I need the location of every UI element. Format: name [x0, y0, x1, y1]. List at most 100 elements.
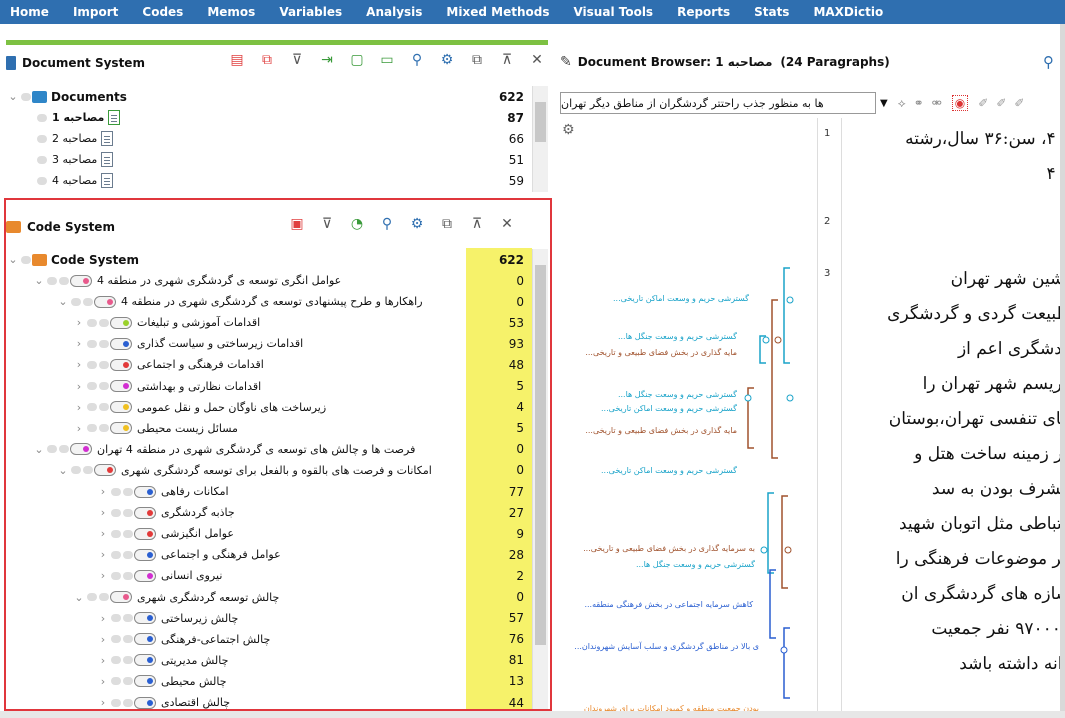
code-row[interactable]: ⌄ عوامل انگری توسعه ی گردشگری شهری در منط…: [32, 270, 532, 291]
menu-stats[interactable]: Stats: [744, 5, 803, 19]
code-row[interactable]: › مسائل زیست محیطی 5: [72, 418, 532, 439]
close-icon[interactable]: ✕: [492, 216, 522, 232]
search-icon[interactable]: ⚲: [372, 216, 402, 232]
code-compare-icon[interactable]: ⚮: [932, 96, 942, 110]
code-row[interactable]: › اقدامات آموزشی و تبلیغات 53: [72, 312, 532, 333]
code-system-root-row[interactable]: ⌄ Code System 622: [6, 249, 532, 270]
menu-home[interactable]: Home: [0, 5, 63, 19]
chevron-right-icon[interactable]: ›: [96, 696, 110, 709]
menu-variables[interactable]: Variables: [269, 5, 356, 19]
collapse-icon[interactable]: ⊼: [492, 52, 522, 68]
document-text[interactable]: ه ۴، سن:۳۶ سال،رشته ه ۴ نشین شهر تهران طبیع…: [846, 118, 1060, 718]
coding-label[interactable]: مایه گذاری در بخش فضای طبیعی و تاریخی...: [585, 348, 737, 357]
activate-codes-icon[interactable]: ▣: [282, 216, 312, 232]
coding-label[interactable]: گسترشی حریم و وسعت جنگل ها...: [636, 560, 755, 569]
code-row[interactable]: › اقدامات فرهنگی و اجتماعی 48: [72, 354, 532, 375]
menu-import[interactable]: Import: [63, 5, 132, 19]
scroll-thumb[interactable]: [535, 102, 546, 142]
code-row[interactable]: ⌄ فرصت ها و چالش های توسعه ی گردشگری شهری…: [32, 439, 532, 460]
documents-root-row[interactable]: ⌄ Documents 622: [6, 86, 546, 107]
chevron-right-icon[interactable]: ›: [72, 401, 86, 414]
new-group-icon[interactable]: ▭: [372, 52, 402, 68]
chevron-right-icon[interactable]: ›: [96, 569, 110, 582]
menu-analysis[interactable]: Analysis: [356, 5, 436, 19]
coding-label[interactable]: گسترشی حریم و وسعت اماکن تاریخی...: [613, 294, 749, 303]
code-row[interactable]: ⌄ امکانات و فرصت های بالقوه و بالفعل برای…: [56, 460, 532, 481]
code-cloud-icon[interactable]: ⚭: [914, 96, 924, 110]
pin-icon[interactable]: ⟡: [898, 96, 906, 111]
code-row[interactable]: › چالش اجتماعی-فرهنگی 76: [96, 629, 532, 650]
menu-maxdictio[interactable]: MAXDictio: [803, 5, 897, 19]
chevron-right-icon[interactable]: ›: [96, 675, 110, 688]
chevron-down-icon[interactable]: ⌄: [32, 443, 46, 456]
chevron-right-icon[interactable]: ›: [96, 612, 110, 625]
chevron-right-icon[interactable]: ›: [72, 422, 86, 435]
chevron-down-icon[interactable]: ⌄: [6, 90, 20, 103]
code-row[interactable]: › عوامل انگیزشی 9: [96, 523, 532, 544]
chevron-down-icon[interactable]: ⌄: [6, 253, 20, 266]
target-icon[interactable]: ◉: [951, 95, 969, 111]
code-row[interactable]: › چالش مدیریتی 81: [96, 650, 532, 671]
coding-label[interactable]: گسترشی حریم و وسعت جنگل ها...: [618, 390, 737, 399]
code-row[interactable]: › اقدامات زیرساختی و سیاست گذاری 93: [72, 333, 532, 354]
code-row[interactable]: › اقدامات نظارتی و بهداشتی 5: [72, 376, 532, 397]
menu-mixed-methods[interactable]: Mixed Methods: [436, 5, 563, 19]
code-row[interactable]: › چالش محیطی 13: [96, 671, 532, 692]
highlighter-icon[interactable]: ✐: [996, 96, 1006, 110]
undock-icon[interactable]: ⧉: [432, 216, 462, 232]
coding-label[interactable]: کاهش سرمایه اجتماعی در بخش فرهنگی منطقه.…: [584, 600, 753, 609]
code-selector-dropdown[interactable]: ها به منظور جذب راحتتر گردشگران از مناطق…: [560, 92, 876, 114]
chevron-right-icon[interactable]: ›: [72, 316, 86, 329]
chevron-down-icon[interactable]: ⌄: [56, 295, 70, 308]
chevron-right-icon[interactable]: ›: [96, 485, 110, 498]
document-row[interactable]: مصاحبه 1 87: [36, 107, 546, 128]
code-row[interactable]: › چالش زیرساختی 57: [96, 608, 532, 629]
code-row[interactable]: › چالش اقتصادی 44: [96, 692, 532, 713]
code-scrollbar[interactable]: [532, 249, 548, 709]
code-row[interactable]: › امکانات رفاهی 77: [96, 481, 532, 502]
menu-reports[interactable]: Reports: [667, 5, 744, 19]
document-row[interactable]: مصاحبه 2 66: [36, 128, 546, 149]
chevron-down-icon[interactable]: ⌄: [56, 464, 70, 477]
coding-label[interactable]: گسترشی حریم و وسعت اماکن تاریخی...: [601, 466, 737, 475]
chevron-right-icon[interactable]: ›: [72, 358, 86, 371]
filter-icon[interactable]: ⊽: [282, 52, 312, 68]
gear-icon[interactable]: ⚙: [402, 216, 432, 232]
scroll-thumb[interactable]: [535, 265, 546, 645]
search-icon[interactable]: ⚲: [1043, 53, 1054, 71]
chevron-right-icon[interactable]: ›: [96, 548, 110, 561]
undock-icon[interactable]: ⧉: [462, 52, 492, 68]
document-scrollbar[interactable]: [532, 86, 548, 192]
import-icon[interactable]: ⇥: [312, 52, 342, 68]
coding-label[interactable]: مایه گذاری در بخش فضای طبیعی و تاریخی...: [585, 426, 737, 435]
chevron-right-icon[interactable]: ›: [72, 380, 86, 393]
chevron-right-icon[interactable]: ›: [96, 654, 110, 667]
activate-docs-icon[interactable]: ▤: [222, 52, 252, 68]
coding-label[interactable]: به سرمایه گذاری در بخش فضای طبیعی و تاری…: [583, 544, 755, 553]
menu-visual-tools[interactable]: Visual Tools: [563, 5, 667, 19]
new-doc-icon[interactable]: ▢: [342, 52, 372, 68]
search-icon[interactable]: ⚲: [402, 52, 432, 68]
gear-icon[interactable]: ⚙: [432, 52, 462, 68]
chevron-right-icon[interactable]: ›: [96, 506, 110, 519]
chevron-right-icon[interactable]: ›: [96, 527, 110, 540]
coding-label[interactable]: ی بالا در مناطق گردشگری و سلب آسایش شهرو…: [574, 642, 759, 651]
collapse-icon[interactable]: ⊼: [462, 216, 492, 232]
highlighter-icon[interactable]: ✐: [1014, 96, 1024, 110]
copy-docs-icon[interactable]: ⧉: [252, 52, 282, 68]
code-row[interactable]: › نیروی انسانی 2: [96, 565, 532, 586]
code-row[interactable]: › جاذبه گردشگری 27: [96, 502, 532, 523]
chevron-down-icon[interactable]: ⌄: [72, 591, 86, 604]
close-icon[interactable]: ✕: [522, 52, 552, 68]
filter-icon[interactable]: ⊽: [312, 216, 342, 232]
code-row[interactable]: › عوامل فرهنگی و اجتماعی 28: [96, 544, 532, 565]
menu-memos[interactable]: Memos: [197, 5, 269, 19]
coding-label[interactable]: گسترشی حریم و وسعت اماکن تاریخی...: [601, 404, 737, 413]
code-row[interactable]: ⌄ راهکارها و طرح پیشنهادی توسعه ی گردشگری…: [56, 291, 532, 312]
chevron-right-icon[interactable]: ›: [72, 337, 86, 350]
chevron-down-icon[interactable]: ▼: [880, 98, 888, 109]
chevron-right-icon[interactable]: ›: [96, 633, 110, 646]
highlighter-icon[interactable]: ✐: [978, 96, 988, 110]
coding-label[interactable]: گسترشی حریم و وسعت جنگل ها...: [618, 332, 737, 341]
code-row[interactable]: ⌄ چالش توسعه گردشگری شهری 0: [72, 587, 532, 608]
